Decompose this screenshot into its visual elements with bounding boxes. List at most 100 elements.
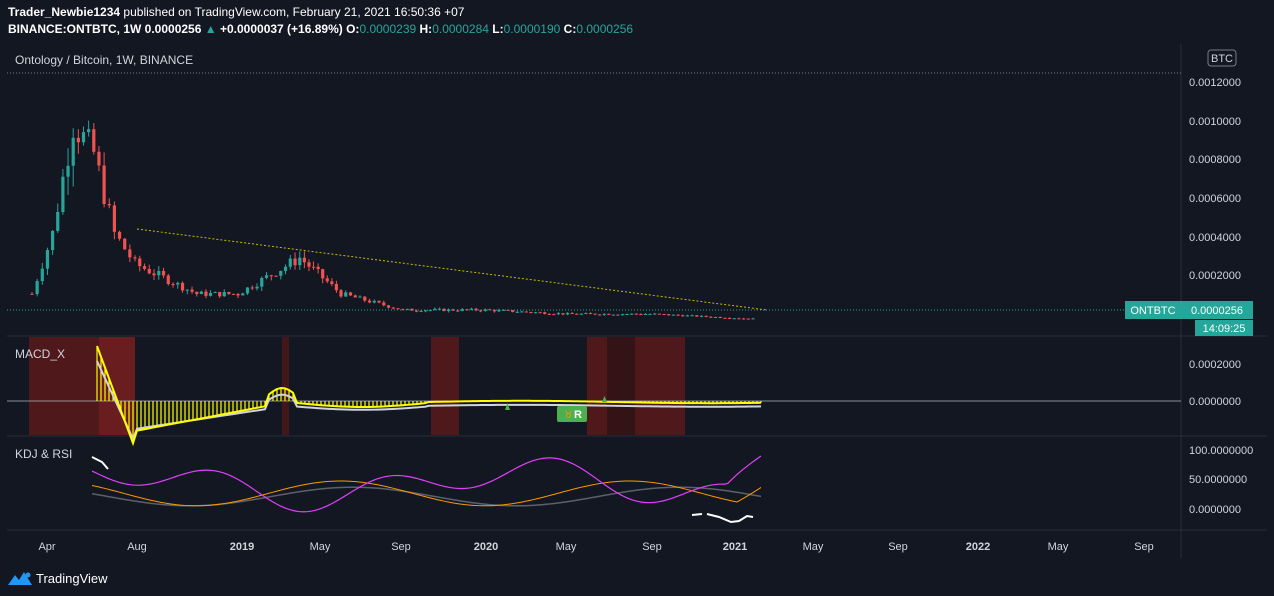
candle-body [584,313,588,315]
candle-body [147,268,151,274]
candle-body [218,291,222,297]
candle-body [123,238,127,250]
candle-body [250,287,254,289]
time-tick: Sep [642,541,662,553]
candle-body [676,314,680,316]
candle-body [751,318,755,320]
candle-body [456,310,460,312]
candle-body [279,270,283,276]
candle-body [288,258,292,267]
candle-body [222,291,226,297]
candle-body [334,284,339,291]
candle-body [316,266,320,270]
footer-brand[interactable]: TradingView [8,568,108,588]
candle-body [533,312,538,314]
candle-body [344,292,348,297]
candle-body [264,275,269,278]
kdj-tick: 0.0000000 [1189,504,1241,516]
candle-body [602,313,606,315]
candle-body [255,286,259,289]
open-label: O: [346,22,360,36]
candle-body [575,313,579,315]
ohlc-header: BINANCE:ONTBTC, 1W 0.0000256 ▲ +0.000003… [8,22,633,36]
candle-body [161,270,166,276]
time-tick: Aug [127,541,147,553]
macd-pane-title: MACD_X [15,347,65,361]
time-tick: Sep [1134,541,1154,553]
price-axis: 0.0012000 0.0010000 0.0008000 0.0006000 … [1189,77,1241,282]
candle-body [561,313,565,315]
candle-body [76,137,80,143]
candle-body [138,258,142,267]
candle-body [593,313,597,315]
macd-zone [431,337,459,435]
candle-body [667,314,671,316]
macd-zone [282,337,289,435]
low-label: L: [492,22,504,36]
candle-body [570,313,574,315]
candle-body [241,293,245,296]
change-value: +0.0000037 (+16.89%) [219,22,343,36]
candle-body [552,314,556,316]
candle-body [671,314,676,316]
kdj-pane-title: KDJ & RSI [15,447,72,461]
macd-zone [587,337,607,435]
candle-body [625,314,629,316]
candle-body [293,258,297,266]
candle-body [410,308,414,311]
last-value: 0.0000256 [144,22,202,36]
publish-header: Trader_Newbie1234 published on TradingVi… [8,5,464,19]
candle-body [311,266,316,268]
symbol-label: BINANCE:ONTBTC, 1W [8,22,142,36]
candle-body [35,281,39,294]
last-price-value: 0.0000256 [1191,305,1243,317]
candle-body [171,284,175,286]
candle-body [630,313,634,315]
high-value: 0.0000284 [432,22,489,36]
publisher-name[interactable]: Trader_Newbie1234 [8,5,120,19]
price-tick: 0.0004000 [1189,232,1241,244]
up-triangle-icon: ▲ [204,22,217,36]
candle-body [176,282,180,285]
candle-body [45,249,50,269]
candle-body [307,262,311,267]
candle-body [199,291,203,295]
candle-body [414,310,419,312]
candle-body [616,314,620,316]
candle-body [723,317,727,319]
candle-body [579,313,583,315]
candle-body [81,132,86,143]
candle-body [117,231,122,239]
candle-body [695,315,699,317]
candle-body [195,291,199,295]
brand-name: TradingView [36,570,108,586]
candle-body [620,314,625,316]
candle-body [515,311,519,313]
candle-body [325,278,329,282]
candle-body [231,293,236,295]
time-tick: May [803,541,824,553]
chart-svg[interactable]: Ontology / Bitcoin, 1W, BINANCE BTC 0.00… [7,44,1267,558]
candle-body [497,309,501,312]
time-tick: May [310,541,331,553]
candle-body [607,313,611,315]
candle-body [353,295,357,298]
time-tick: May [556,541,577,553]
candle-body [588,313,593,315]
candle-body [166,275,170,285]
candle-body [377,300,381,303]
candle-body [718,316,722,318]
main-pane-title: Ontology / Bitcoin, 1W, BINANCE [15,53,193,67]
candle-body [56,212,60,231]
candle-body [737,318,741,320]
candle-body [746,318,750,320]
kdj-tick: 50.0000000 [1189,474,1247,486]
candle-body [87,129,91,133]
time-tick: Apr [38,541,55,553]
candle-body [479,310,483,312]
chart-area[interactable]: Ontology / Bitcoin, 1W, BINANCE BTC 0.00… [7,44,1267,558]
candle-body [732,318,736,320]
candle-body [547,313,551,315]
macd-zone [635,337,685,435]
tradingview-logo-icon [8,572,32,585]
